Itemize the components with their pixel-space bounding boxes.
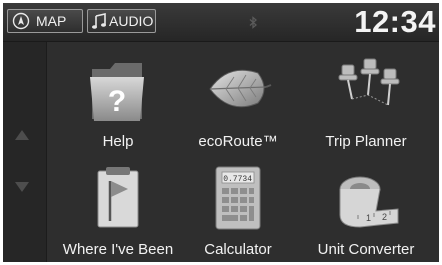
status-bar: MAP AUDIO 12:34 — [3, 3, 439, 42]
scroll-up-arrow-icon[interactable] — [15, 130, 29, 140]
app-where-ive-been[interactable]: Where I've Been — [53, 153, 183, 262]
svg-text:1: 1 — [366, 213, 371, 223]
calculator-icon: 0.7734 — [215, 166, 261, 230]
map-label: MAP — [36, 13, 67, 29]
app-label: Help — [102, 133, 134, 150]
screen: MAP AUDIO 12:34 ? Help ecoRoute™ Trip Pl… — [3, 3, 439, 262]
app-label: Unit Converter — [317, 241, 415, 258]
music-note-icon — [92, 13, 106, 29]
app-label: Trip Planner — [325, 133, 407, 150]
push-pins-icon — [338, 58, 400, 106]
svg-text:?: ? — [108, 85, 126, 118]
compass-icon — [12, 12, 30, 30]
tape-measure-icon: 1 2 — [339, 176, 399, 228]
audio-label: AUDIO — [109, 13, 154, 29]
app-help[interactable]: ? Help — [53, 45, 183, 155]
calculator-display: 0.7734 — [223, 175, 252, 184]
app-label: Calculator — [204, 241, 272, 258]
bluetooth-icon — [249, 16, 257, 29]
app-label: ecoRoute™ — [198, 133, 278, 150]
map-button[interactable]: MAP — [7, 9, 83, 33]
clock: 12:34 — [354, 4, 436, 39]
help-folder-icon: ? — [90, 63, 144, 121]
app-unit-converter[interactable]: 1 2 Unit Converter — [301, 153, 431, 262]
svg-text:2: 2 — [382, 212, 387, 222]
scroll-rail — [3, 42, 47, 262]
app-ecoroute[interactable]: ecoRoute™ — [173, 45, 303, 155]
app-calculator[interactable]: 0.7734 Calculator — [173, 153, 303, 262]
eco-leaf-icon — [209, 69, 272, 108]
flag-clipboard-icon — [97, 167, 139, 228]
app-trip-planner[interactable]: Trip Planner — [301, 45, 431, 155]
scroll-down-arrow-icon[interactable] — [15, 182, 29, 192]
audio-button[interactable]: AUDIO — [87, 9, 156, 33]
app-label: Where I've Been — [62, 241, 174, 258]
